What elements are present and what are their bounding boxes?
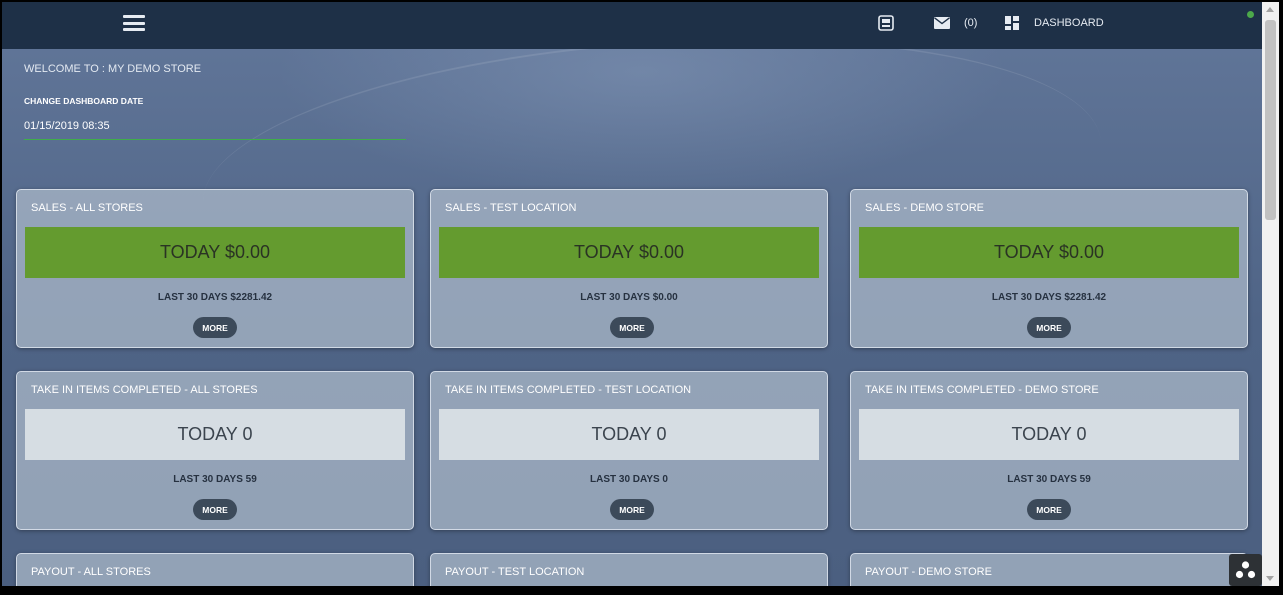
dashboard-grid-icon[interactable] [1005, 16, 1019, 35]
card-title: TAKE IN ITEMS COMPLETED - DEMO STORE [865, 384, 1099, 396]
top-navbar: (0) DASHBOARD [2, 2, 1262, 49]
card-title: TAKE IN ITEMS COMPLETED - ALL STORES [31, 384, 258, 396]
scrollbar-thumb[interactable] [1265, 20, 1276, 220]
date-field-label: CHANGE DASHBOARD DATE [24, 96, 144, 106]
more-button[interactable]: MORE [610, 317, 654, 338]
card-sales-test-location: SALES - TEST LOCATION TODAY $0.00 LAST 3… [430, 189, 828, 348]
card-take-in-demo-store: TAKE IN ITEMS COMPLETED - DEMO STORE TOD… [850, 371, 1248, 530]
mail-icon[interactable] [934, 16, 950, 34]
today-value: TODAY $0.00 [859, 227, 1239, 278]
hamburger-menu-icon[interactable] [123, 15, 145, 31]
register-icon[interactable] [878, 15, 894, 36]
last-30-days-value: LAST 30 DAYS $2281.42 [157, 292, 273, 303]
last-30-days-value: LAST 30 DAYS 59 [173, 474, 257, 485]
card-title: SALES - TEST LOCATION [445, 202, 577, 214]
card-title: PAYOUT - DEMO STORE [865, 566, 992, 578]
app-viewport: (0) DASHBOARD WELCOME TO : MY DEMO STORE… [2, 2, 1262, 586]
help-launcher-icon[interactable] [1229, 554, 1262, 586]
last-30-days-value: LAST 30 DAYS $2281.42 [991, 292, 1107, 303]
dashboard-link[interactable]: DASHBOARD [1034, 17, 1104, 29]
card-take-in-test-location: TAKE IN ITEMS COMPLETED - TEST LOCATION … [430, 371, 828, 530]
status-dot-icon [1247, 11, 1254, 18]
card-payout-demo-store: PAYOUT - DEMO STORE [850, 553, 1248, 586]
more-button[interactable]: MORE [1027, 499, 1071, 520]
card-sales-all-stores: SALES - ALL STORES TODAY $0.00 LAST 30 D… [16, 189, 414, 348]
card-title: PAYOUT - TEST LOCATION [445, 566, 585, 578]
today-value: TODAY $0.00 [25, 227, 405, 278]
card-title: SALES - ALL STORES [31, 202, 143, 214]
more-button[interactable]: MORE [193, 499, 237, 520]
card-payout-test-location: PAYOUT - TEST LOCATION [430, 553, 828, 586]
card-title: TAKE IN ITEMS COMPLETED - TEST LOCATION [445, 384, 692, 396]
today-value: TODAY 0 [439, 409, 819, 460]
more-button[interactable]: MORE [1027, 317, 1071, 338]
card-sales-demo-store: SALES - DEMO STORE TODAY $0.00 LAST 30 D… [850, 189, 1248, 348]
last-30-days-value: LAST 30 DAYS 0 [590, 474, 668, 485]
mail-count[interactable]: (0) [964, 17, 977, 29]
more-button[interactable]: MORE [610, 499, 654, 520]
today-value: TODAY $0.00 [439, 227, 819, 278]
scroll-down-arrow-icon[interactable] [1266, 576, 1274, 581]
scroll-up-arrow-icon[interactable] [1266, 7, 1274, 12]
welcome-text: WELCOME TO : MY DEMO STORE [24, 63, 202, 75]
card-title: PAYOUT - ALL STORES [31, 566, 151, 578]
today-value: TODAY 0 [25, 409, 405, 460]
today-value: TODAY 0 [859, 409, 1239, 460]
dashboard-date-input[interactable] [24, 113, 406, 140]
card-take-in-all-stores: TAKE IN ITEMS COMPLETED - ALL STORES TOD… [16, 371, 414, 530]
card-title: SALES - DEMO STORE [865, 202, 984, 214]
last-30-days-value: LAST 30 DAYS 59 [1007, 474, 1091, 485]
last-30-days-value: LAST 30 DAYS $0.00 [580, 292, 678, 303]
card-payout-all-stores: PAYOUT - ALL STORES [16, 553, 414, 586]
vertical-scrollbar[interactable] [1262, 2, 1279, 586]
more-button[interactable]: MORE [193, 317, 237, 338]
